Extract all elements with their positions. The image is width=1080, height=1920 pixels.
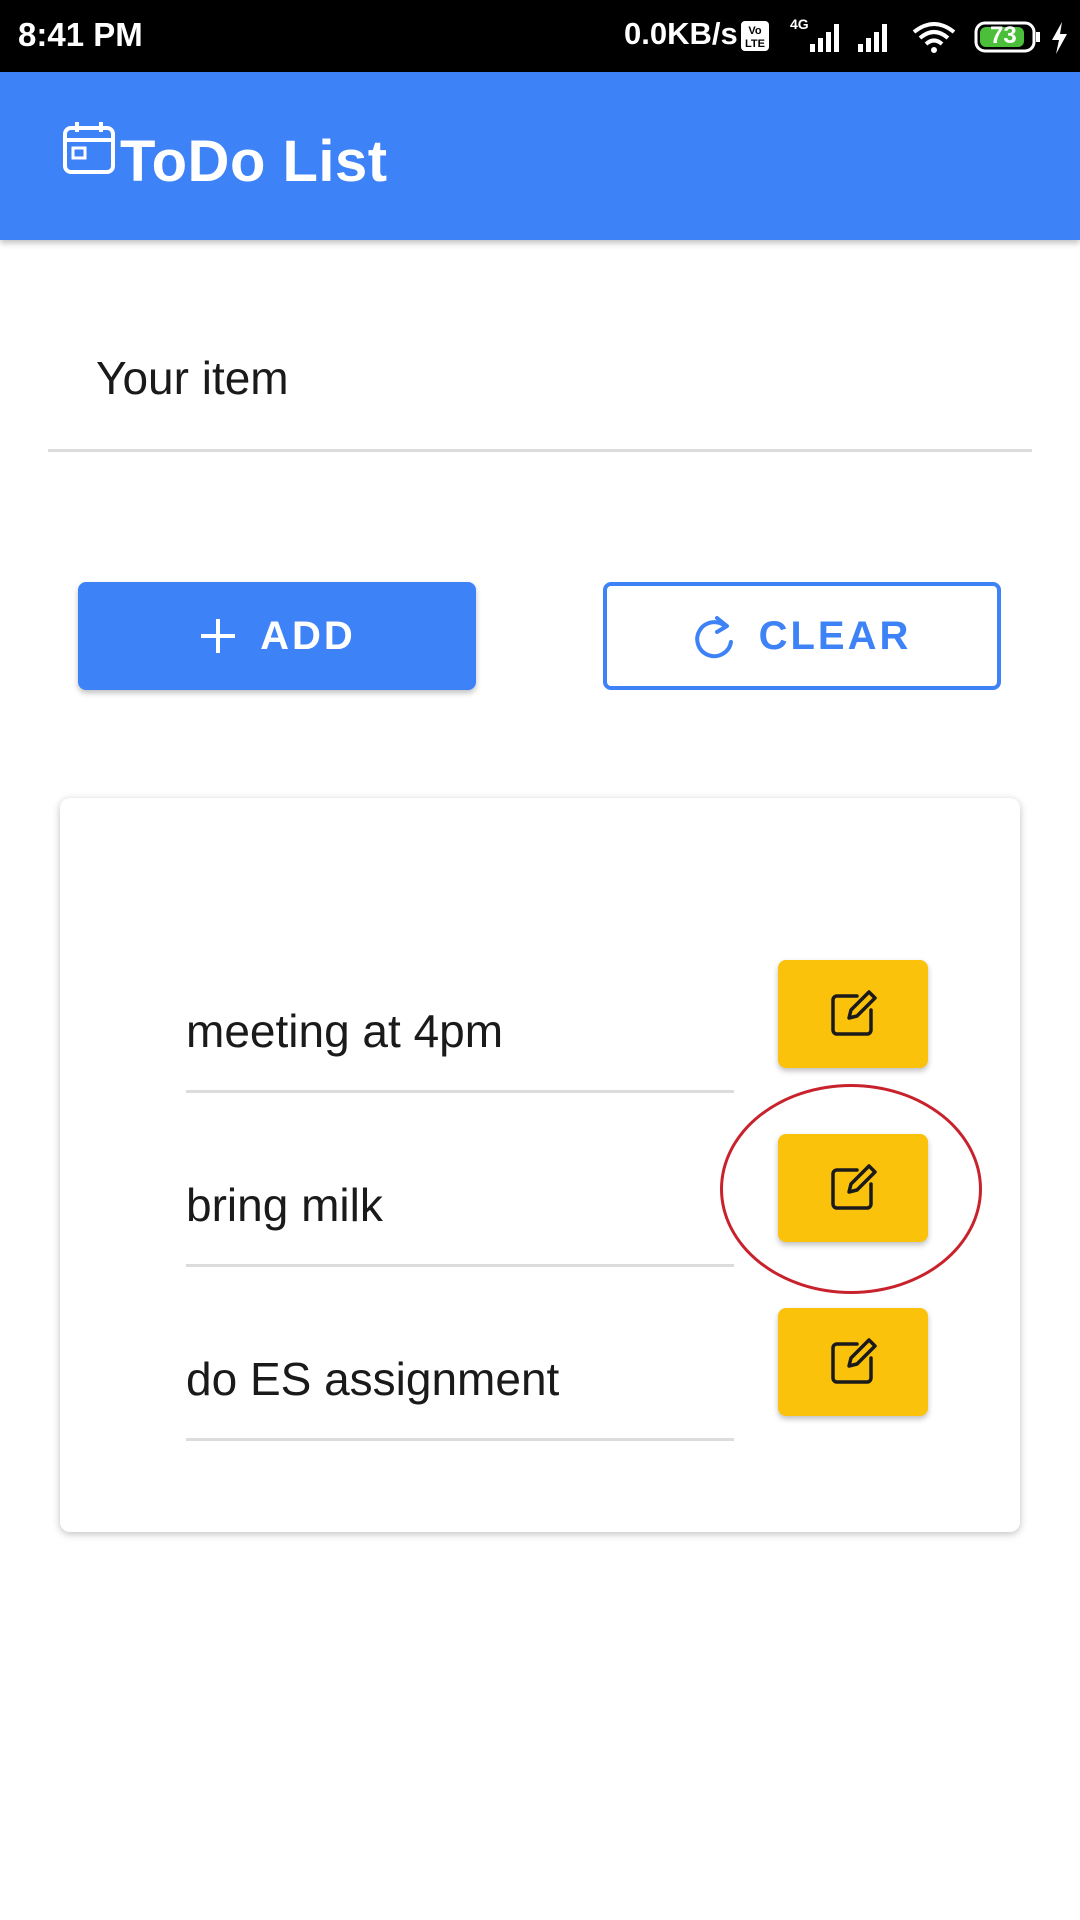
app-bar: ToDo List — [0, 72, 1080, 240]
edit-button[interactable] — [778, 1308, 928, 1416]
todo-item-text: meeting at 4pm — [186, 1005, 504, 1057]
volte-icon: Vo LTE — [741, 21, 769, 51]
edit-icon — [831, 1338, 877, 1384]
app-title: ToDo List — [120, 129, 388, 194]
refresh-icon — [694, 616, 733, 659]
edit-button[interactable] — [778, 960, 928, 1068]
clear-button[interactable]: CLEAR — [603, 582, 1001, 690]
edit-icon — [831, 1164, 877, 1210]
cell-signal-icon — [858, 24, 887, 52]
list-item: do ES assignment — [60, 1308, 1020, 1482]
svg-text:LTE: LTE — [745, 38, 765, 50]
svg-text:Vo: Vo — [748, 25, 762, 37]
todo-list-card: meeting at 4pm bring milk do ES assignme… — [60, 798, 1020, 1532]
battery-level: 73 — [990, 22, 1017, 49]
edit-button[interactable] — [778, 1134, 928, 1242]
calendar-icon — [63, 122, 115, 174]
status-time: 8:41 PM — [18, 16, 143, 53]
clear-button-label: CLEAR — [758, 613, 912, 658]
status-bar: 8:41 PM 0.0KB/s Vo LTE 4G 73 — [0, 0, 1080, 72]
list-item: meeting at 4pm — [60, 960, 1020, 1134]
add-button[interactable]: ADD — [78, 582, 476, 690]
wifi-icon — [912, 22, 956, 53]
plus-icon — [201, 619, 236, 653]
todo-item-text: do ES assignment — [186, 1353, 560, 1405]
todo-divider — [186, 1438, 734, 1441]
list-item: bring milk — [60, 1134, 1020, 1308]
todo-item-text: bring milk — [186, 1179, 383, 1231]
network-speed: 0.0KB/s — [624, 16, 738, 51]
edit-icon — [831, 990, 877, 1036]
todo-divider — [186, 1090, 734, 1093]
add-button-label: ADD — [260, 613, 356, 658]
todo-divider — [186, 1264, 734, 1267]
cell-signal-icon — [810, 24, 839, 52]
charging-icon — [1052, 22, 1067, 54]
item-input[interactable] — [48, 320, 1032, 452]
network-type: 4G — [790, 16, 809, 32]
